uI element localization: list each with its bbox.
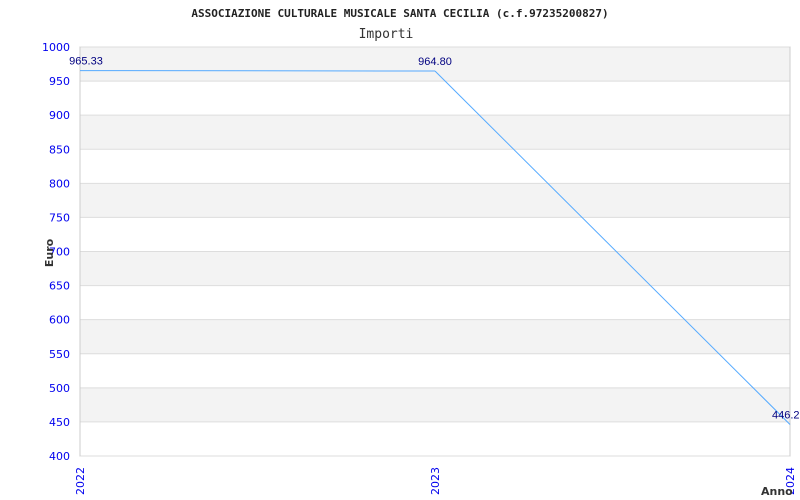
data-label: 446.2 [772,410,800,422]
grid-band [80,387,790,422]
y-tick-label: 750 [49,211,70,224]
line-chart: ASSOCIAZIONE CULTURALE MUSICALE SANTA CE… [42,7,800,498]
grid-band [80,115,790,150]
y-tick-label: 400 [49,450,70,463]
chart-subtitle: Importi [359,27,414,42]
y-axis-label: Euro [43,238,56,267]
grid-band [80,183,790,218]
y-tick-label: 550 [49,348,70,361]
x-tick-label: 2022 [74,467,87,495]
y-tick-label: 900 [49,109,70,122]
y-tick-label: 1000 [42,41,70,54]
y-tick-label: 650 [49,280,70,293]
data-label: 964.80 [418,56,452,68]
grid-band [80,251,790,286]
y-tick-label: 600 [49,314,70,327]
y-tick-label: 800 [49,177,70,190]
y-tick-label: 500 [49,382,70,395]
grid-band [80,319,790,354]
y-tick-label: 450 [49,416,70,429]
chart-title: ASSOCIAZIONE CULTURALE MUSICALE SANTA CE… [191,7,608,20]
y-tick-label: 850 [49,143,70,156]
x-axis-label: Anno [761,485,793,498]
x-tick-label: 2023 [429,467,442,495]
y-tick-label: 950 [49,75,70,88]
data-label: 965.33 [69,56,103,68]
